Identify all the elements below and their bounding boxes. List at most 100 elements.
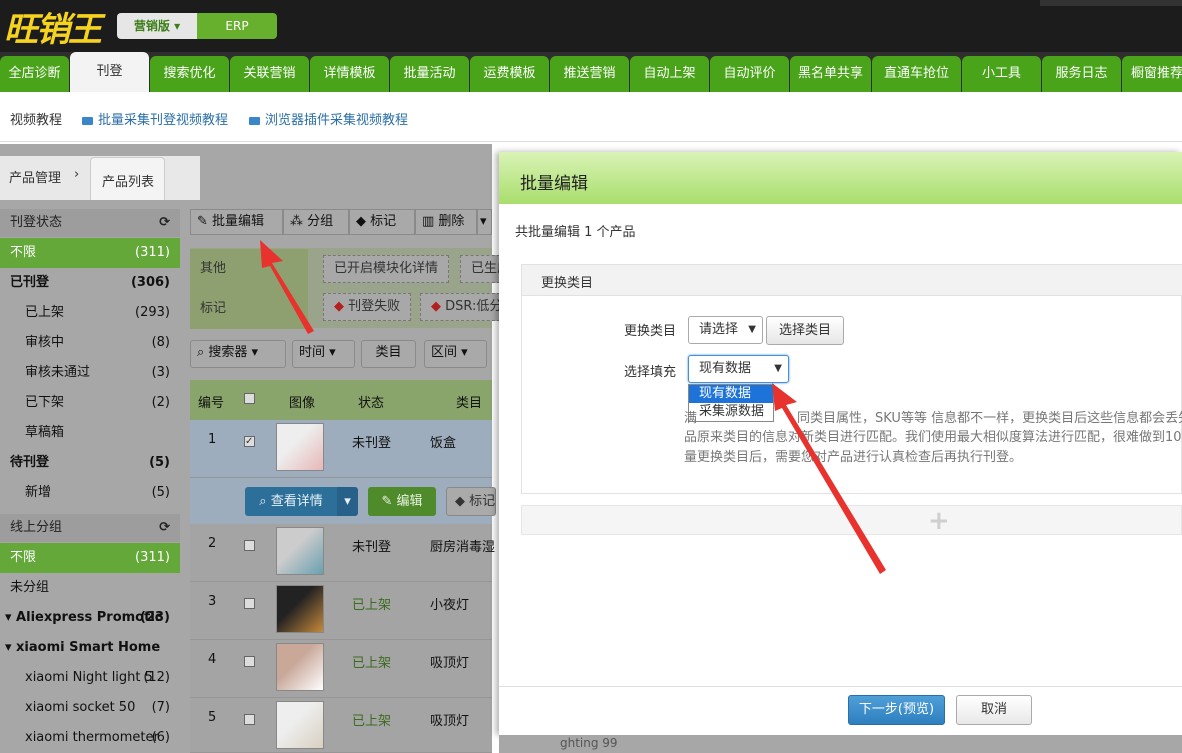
sidebar-item[interactable]: 不限 (311) — [0, 543, 180, 573]
sidebar-item[interactable]: xiaomi Night light 5 (12) — [0, 663, 180, 693]
view-details-dropdown[interactable]: ▾ — [337, 487, 358, 516]
fill-mode-select[interactable]: 现有数据 ▼ — [688, 355, 789, 383]
mark-row-button[interactable]: ◆ 标记 — [446, 487, 496, 516]
nav-tab-9[interactable]: 自动评价 — [710, 56, 789, 92]
refresh-icon[interactable]: ⟳ — [159, 514, 170, 542]
sidebar-item[interactable]: 未分组 — [0, 573, 180, 603]
add-rule-bar[interactable] — [521, 505, 1182, 535]
breadcrumb-current: 产品列表 — [102, 175, 155, 190]
sidebar-item-count: (5) — [151, 485, 170, 500]
filter-other-label: 其他 — [190, 249, 308, 289]
erp-button[interactable]: ERP — [197, 13, 277, 39]
version-switch-button[interactable]: 营销版 ▾ — [117, 13, 197, 39]
category-select[interactable]: 请选择 ▼ — [688, 316, 763, 344]
search-icon: ⌕ — [197, 345, 209, 360]
tag-icon: ◆ — [356, 214, 371, 229]
batch-video-link[interactable]: 批量采集刊登视频教程 — [82, 109, 228, 128]
plugin-video-link[interactable]: 浏览器插件采集视频教程 — [249, 109, 408, 128]
status-section-header: 刊登状态 ⟳ — [0, 209, 180, 237]
sidebar-item[interactable]: 新增 (5) — [0, 478, 180, 508]
next-preview-button[interactable]: 下一步(预览) — [848, 695, 945, 725]
sidebar-item[interactable]: 审核中 (8) — [0, 328, 180, 358]
edit-row-button[interactable]: ✎ 编辑 — [368, 487, 436, 516]
nav-tab-2[interactable]: 搜索优化 — [150, 56, 229, 92]
filter-mark-label: 标记 — [190, 289, 308, 329]
search-field-dropdown[interactable]: ⌕ 搜索器 ▾ — [190, 340, 286, 368]
note-prefix: 满 — [684, 411, 698, 426]
plus-icon[interactable]: + — [928, 506, 950, 536]
choose-category-button[interactable]: 选择类目 — [766, 316, 844, 345]
sidebar-item[interactable]: 草稿箱 — [0, 418, 180, 448]
row-checkbox[interactable] — [244, 540, 255, 551]
trash-icon: ▥ — [422, 214, 439, 229]
sidebar-item-count: (311) — [135, 550, 170, 565]
nav-tab-3[interactable]: 关联营销 — [230, 56, 309, 92]
sidebar-item-label: 已上架 — [25, 305, 65, 320]
row-status: 已上架 — [352, 656, 392, 671]
select-all-checkbox[interactable] — [244, 393, 255, 404]
row-checkbox[interactable] — [244, 598, 255, 609]
nav-tab-14[interactable]: 橱窗推荐 — [1122, 56, 1182, 92]
col-header-id: 编号 — [198, 396, 225, 411]
nav-tab-12[interactable]: 小工具 — [962, 56, 1041, 92]
nav-tab-7[interactable]: 推送营销 — [550, 56, 629, 92]
filter-tag-modular[interactable]: 已开启模块化详情 — [323, 255, 450, 283]
group-button[interactable]: ⁂ 分组 — [283, 209, 349, 235]
row-id: 2 — [208, 536, 217, 551]
sidebar-item[interactable]: xiaomi socket 50 (7) — [0, 693, 180, 723]
nav-tab-6[interactable]: 运费模板 — [470, 56, 549, 92]
refresh-icon[interactable]: ⟳ — [159, 209, 170, 237]
sidebar-item-label: xiaomi socket 50 — [25, 700, 136, 715]
nav-tab-13[interactable]: 服务日志 — [1042, 56, 1121, 92]
row-checkbox[interactable]: ✓ — [244, 436, 255, 447]
category-filter-button[interactable]: 类目 — [361, 340, 416, 368]
cancel-button[interactable]: 取消 — [956, 695, 1032, 725]
filter-tag-dsr-low[interactable]: ◆ DSR:低分 — [420, 293, 500, 321]
product-thumbnail[interactable] — [276, 585, 324, 633]
change-category-label: 更换类目 — [624, 324, 677, 339]
sidebar-item-label: ▾ Aliexpress Promotic — [5, 610, 163, 625]
delete-button[interactable]: ▥ 删除 — [415, 209, 477, 235]
nav-tab-10[interactable]: 黑名单共享 — [790, 56, 871, 92]
product-thumbnail[interactable] — [276, 701, 324, 749]
option-source-data[interactable]: 采集源数据 — [689, 403, 773, 421]
nav-tab-4[interactable]: 详情模板 — [310, 56, 389, 92]
product-thumbnail[interactable] — [276, 643, 324, 691]
more-dropdown-button[interactable]: ▾ — [477, 209, 492, 235]
sidebar-item[interactable]: xiaomi thermometer (6) — [0, 723, 180, 753]
row-checkbox[interactable] — [244, 714, 255, 725]
filter-tag-publish-failed[interactable]: ◆ 刊登失败 — [323, 293, 412, 321]
filter-tag-generated[interactable]: 已生成 — [460, 255, 500, 283]
sidebar-item[interactable]: 待刊登 (5) — [0, 448, 180, 478]
breadcrumb-parent[interactable]: 产品管理 — [9, 167, 61, 186]
sidebar-item[interactable]: 不限 (311) — [0, 238, 180, 268]
nav-tab-1[interactable]: 刊登 — [70, 52, 149, 92]
sidebar-item-label: 未分组 — [10, 580, 50, 595]
view-details-button[interactable]: ⌕ 查看详情 — [245, 487, 337, 516]
range-filter-dropdown[interactable]: 区间 ▾ — [424, 340, 487, 368]
row-id: 5 — [208, 710, 217, 725]
product-thumbnail[interactable] — [276, 423, 324, 471]
sidebar-item[interactable]: ▾ Aliexpress Promotic (23) — [0, 603, 180, 633]
sidebar-item-label: xiaomi Night light 5 — [25, 670, 153, 685]
sidebar-item[interactable]: 已下架 (2) — [0, 388, 180, 418]
video-tutorial-label: 视频教程 — [10, 113, 63, 128]
row-category: 吸顶灯 — [430, 656, 470, 671]
batch-edit-button[interactable]: ✎ 批量编辑 — [190, 209, 283, 235]
mark-button[interactable]: ◆ 标记 — [349, 209, 415, 235]
nav-tab-5[interactable]: 批量活动 — [390, 56, 469, 92]
nav-tab-0[interactable]: 全店诊断 — [0, 56, 69, 92]
product-thumbnail[interactable] — [276, 527, 324, 575]
sidebar-item[interactable]: 审核未通过 (3) — [0, 358, 180, 388]
time-filter-dropdown[interactable]: 时间 ▾ — [292, 340, 355, 368]
app-logo[interactable]: 旺销王 — [4, 2, 102, 51]
nav-tab-8[interactable]: 自动上架 — [630, 56, 709, 92]
sidebar-item[interactable]: 已上架 (293) — [0, 298, 180, 328]
row-checkbox[interactable] — [244, 656, 255, 667]
search-icon: ⌕ — [259, 494, 271, 509]
sidebar-item[interactable]: ▾ xiaomi Smart Home — [0, 633, 180, 663]
option-existing-data[interactable]: 现有数据 — [689, 385, 773, 403]
sidebar-item-label: 新增 — [25, 485, 52, 500]
sidebar-item[interactable]: 已刊登 (306) — [0, 268, 180, 298]
nav-tab-11[interactable]: 直通车抢位 — [872, 56, 961, 92]
